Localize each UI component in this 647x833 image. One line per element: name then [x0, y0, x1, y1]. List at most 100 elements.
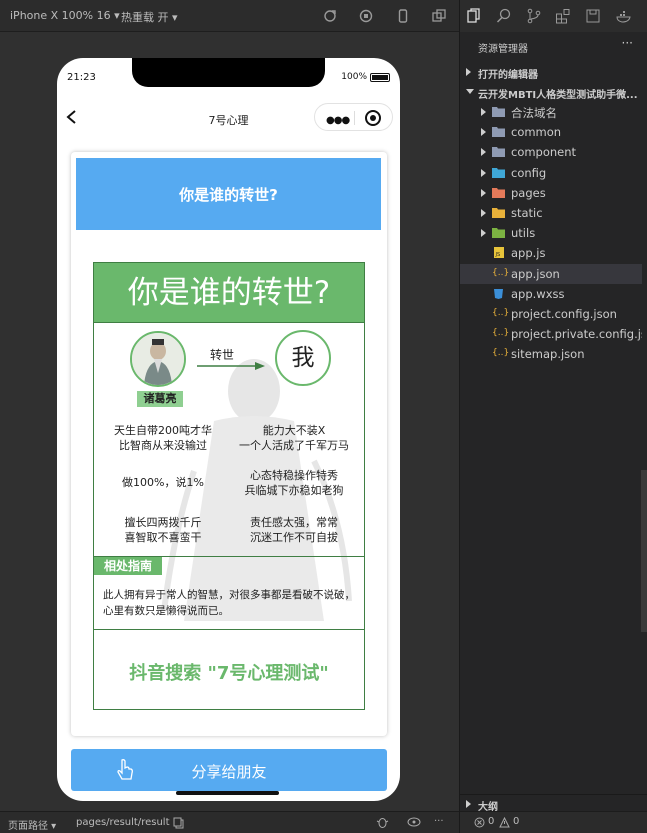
debug-bug-icon[interactable]	[376, 816, 389, 829]
result-card: 你是谁的转世? 你是谁的转世? 诸葛亮 转世 我 天生自带200吨才华 比智商从…	[71, 152, 387, 736]
phone-frame: 21:23 100% 7号心理 ●●● 你是谁的转世? 你是谁的转世? 诸葛亮 …	[57, 58, 400, 801]
search-icon[interactable]	[496, 8, 512, 24]
battery-icon	[370, 72, 390, 82]
devtools-window: iPhone X 100% 16 ▾ 热重载 开 ▾ 21:23 100% 7号…	[0, 0, 647, 833]
page-path-label[interactable]: 页面路径 ▾	[8, 817, 56, 832]
docker-whale-icon[interactable]	[616, 8, 632, 24]
tree-item-label: 合法域名	[511, 106, 557, 120]
source-control-icon[interactable]	[526, 8, 542, 24]
simulator-toolbar: iPhone X 100% 16 ▾ 热重载 开 ▾	[0, 0, 459, 32]
tree-folder[interactable]: static	[460, 203, 642, 223]
more-dots-icon[interactable]: ···	[434, 816, 444, 827]
open-editors-section[interactable]: 打开的编辑器	[460, 63, 647, 81]
tree-folder[interactable]: common	[460, 122, 642, 142]
more-actions-icon[interactable]: ···	[622, 36, 633, 50]
person-avatar	[130, 331, 186, 387]
phone-notch	[132, 58, 325, 87]
js-file-icon: JS	[494, 247, 504, 259]
tree-item-label: app.wxss	[511, 286, 565, 301]
device-select[interactable]: iPhone X 100% 16 ▾	[10, 9, 120, 22]
card-header: 你是谁的转世?	[76, 158, 381, 230]
tree-folder[interactable]: utils	[460, 223, 642, 243]
popout-icon[interactable]	[432, 9, 446, 23]
home-indicator	[176, 791, 279, 795]
folder-icon	[492, 167, 505, 178]
folder-icon	[492, 228, 505, 239]
battery-percent: 100%	[341, 72, 367, 82]
folder-icon	[492, 107, 505, 117]
simulator-panel: iPhone X 100% 16 ▾ 热重载 开 ▾ 21:23 100% 7号…	[0, 0, 459, 811]
more-dots-icon[interactable]: ●●●	[326, 115, 350, 126]
tree-item-label: config	[511, 165, 547, 180]
tree-item-label: sitemap.json	[511, 347, 585, 362]
wxss-file-icon	[494, 288, 503, 299]
tree-folder[interactable]: config	[460, 163, 642, 183]
tree-item-label: app.js	[511, 246, 546, 261]
tree-item-label: app.json	[511, 266, 560, 281]
svg-text:JS: JS	[495, 252, 501, 258]
tree-file[interactable]: {..}project.private.config.js...	[460, 324, 642, 344]
activity-bar	[460, 0, 647, 32]
share-button[interactable]: 分享给朋友	[71, 749, 387, 791]
status-time: 21:23	[67, 72, 96, 83]
project-section[interactable]: 云开发MBTI人格类型测试助手微...	[460, 83, 647, 101]
douyin-search-text: 抖音搜索 "7号心理测试"	[129, 663, 329, 684]
phone-icon[interactable]	[396, 9, 410, 23]
tree-item-label: component	[511, 145, 577, 160]
poster-title: 你是谁的转世?	[94, 263, 364, 323]
tree-file[interactable]: {..} project.config.json	[460, 304, 642, 324]
trait-text: 天生自带200吨才华 比智商从来没输过	[114, 424, 212, 452]
preview-eye-icon[interactable]	[407, 817, 421, 827]
folder-icon	[492, 147, 505, 158]
copy-icon[interactable]	[173, 817, 184, 829]
extensions-icon[interactable]	[555, 8, 571, 24]
tree-folder[interactable]: component	[460, 142, 642, 162]
trait-text: 心态特稳操作特秀 兵临城下亦稳如老狗	[244, 469, 344, 497]
tree-folder[interactable]: 合法域名	[460, 102, 642, 122]
trait-text: 能力大不装X 一个人活成了千军万马	[239, 424, 349, 452]
page-path: pages/result/result	[76, 817, 170, 828]
person-name-tag: 诸葛亮	[137, 391, 183, 407]
project-label: 云开发MBTI人格类型测试助手微...	[478, 90, 638, 101]
tree-file[interactable]: {..} app.json	[460, 263, 642, 284]
tree-file[interactable]: app.wxss	[460, 284, 642, 304]
simulator-status-bar: 页面路径 ▾ pages/result/result ···	[0, 811, 459, 833]
me-circle: 我	[275, 330, 331, 386]
hot-reload-label: 热重载 开	[121, 11, 169, 24]
save-disk-icon[interactable]	[585, 8, 601, 24]
json-file-icon: {..}	[492, 348, 510, 359]
folder-icon	[492, 127, 505, 138]
json-file-icon: {..}	[492, 328, 510, 339]
warning-icon	[499, 817, 510, 828]
capsule-menu: ●●●	[314, 103, 393, 131]
tree-folder[interactable]: pages	[460, 183, 642, 203]
error-count: 0	[488, 816, 495, 827]
open-editors-label: 打开的编辑器	[478, 70, 538, 81]
refresh-icon[interactable]	[323, 9, 337, 23]
tree-item-label: utils	[511, 226, 536, 241]
trait-text: 责任感太强，常常 沉迷工作不可自拔	[250, 516, 338, 544]
trait-text: 擅长四两拨千斤 喜智取不喜蛮干	[124, 516, 202, 544]
close-target-icon[interactable]	[365, 110, 381, 126]
folder-icon	[492, 208, 505, 218]
warning-count: 0	[513, 816, 520, 827]
problems-status[interactable]: 0 0	[460, 811, 647, 833]
arrow-right-icon	[197, 362, 265, 370]
stop-icon[interactable]	[359, 9, 373, 23]
tree-item-label: common	[511, 125, 562, 140]
guide-section: 相处指南 此人拥有异于常人的智慧，对很多事都是看破不说破，心里有数只是懒得说而已…	[94, 556, 364, 630]
files-icon[interactable]	[466, 8, 482, 24]
device-label: iPhone X 100% 16	[10, 9, 111, 22]
tree-file[interactable]: JS app.js	[460, 243, 642, 263]
trait-text: 做100%，说1%	[122, 476, 204, 489]
folder-icon	[492, 187, 505, 198]
hot-reload-toggle[interactable]: 热重载 开 ▾	[121, 9, 178, 25]
battery-indicator: 100%	[341, 72, 390, 82]
tree-file[interactable]: {..} sitemap.json	[460, 344, 642, 364]
json-file-icon: {..}	[492, 267, 510, 278]
tree-item-label: static	[511, 206, 543, 220]
scrollbar-thumb[interactable]	[641, 470, 647, 632]
guide-tag: 相处指南	[94, 557, 162, 575]
outline-section[interactable]: 大纲	[460, 794, 647, 813]
mini-program-navbar: 7号心理 ●●●	[57, 100, 400, 136]
